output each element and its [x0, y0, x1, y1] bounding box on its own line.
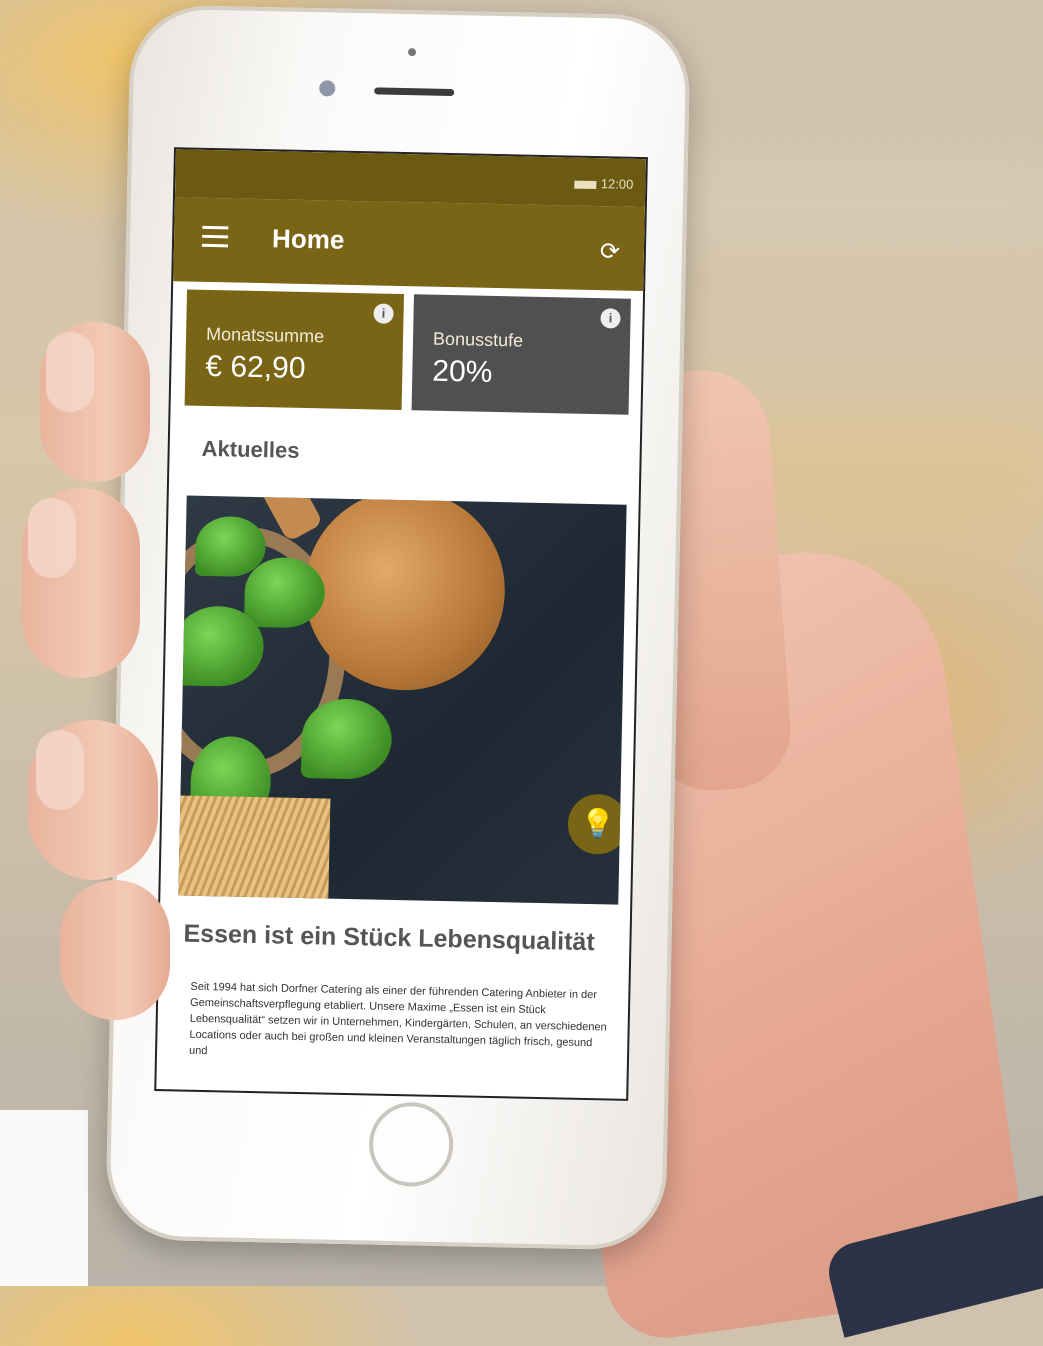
- phone-screen: 12:00 Home ⟳ i Monatssumme € 62,90 i Bon…: [154, 147, 648, 1101]
- tile-label: Monatssumme: [205, 323, 325, 347]
- news-card-image[interactable]: 💡: [178, 495, 627, 905]
- fingernail: [28, 498, 76, 578]
- info-icon[interactable]: i: [373, 303, 394, 324]
- lightbulb-icon[interactable]: 💡: [567, 793, 627, 855]
- status-time: 12:00: [574, 176, 633, 192]
- white-corner-panel: [0, 1110, 88, 1286]
- basil-leaf: [300, 698, 393, 780]
- proximity-sensor: [407, 48, 417, 57]
- tile-label: Bonusstufe: [432, 328, 524, 351]
- earpiece-speaker: [374, 87, 455, 97]
- home-button[interactable]: [368, 1101, 455, 1188]
- monthly-sum-tile[interactable]: i Monatssumme € 62,90: [184, 289, 404, 411]
- fingernail: [36, 730, 84, 810]
- news-body: Seit 1994 hat sich Dorfner Catering als …: [188, 980, 607, 1058]
- info-icon[interactable]: i: [600, 308, 621, 329]
- finger: [60, 880, 170, 1020]
- refresh-icon[interactable]: ⟳: [600, 238, 624, 265]
- tile-value: 20%: [432, 354, 493, 389]
- spaghetti: [178, 795, 331, 905]
- finger: [22, 488, 140, 678]
- finger: [28, 720, 158, 880]
- bonus-level-tile[interactable]: i Bonusstufe 20%: [411, 294, 631, 415]
- section-title: Aktuelles: [201, 435, 300, 463]
- app-bar: Home ⟳: [173, 197, 645, 292]
- battery-icon: [574, 180, 597, 189]
- fingernail: [46, 332, 94, 412]
- tile-value: € 62,90: [205, 349, 306, 386]
- hamburger-menu-icon[interactable]: [201, 225, 229, 248]
- front-camera: [319, 80, 336, 97]
- background-blur: [640, 160, 1043, 250]
- finger: [40, 322, 150, 482]
- smartphone: 12:00 Home ⟳ i Monatssumme € 62,90 i Bon…: [105, 4, 691, 1251]
- summary-tiles: i Monatssumme € 62,90 i Bonusstufe 20%: [171, 281, 643, 415]
- page-title: Home: [271, 223, 345, 255]
- news-title: Essen ist ein Stück Lebensqualität: [183, 919, 595, 957]
